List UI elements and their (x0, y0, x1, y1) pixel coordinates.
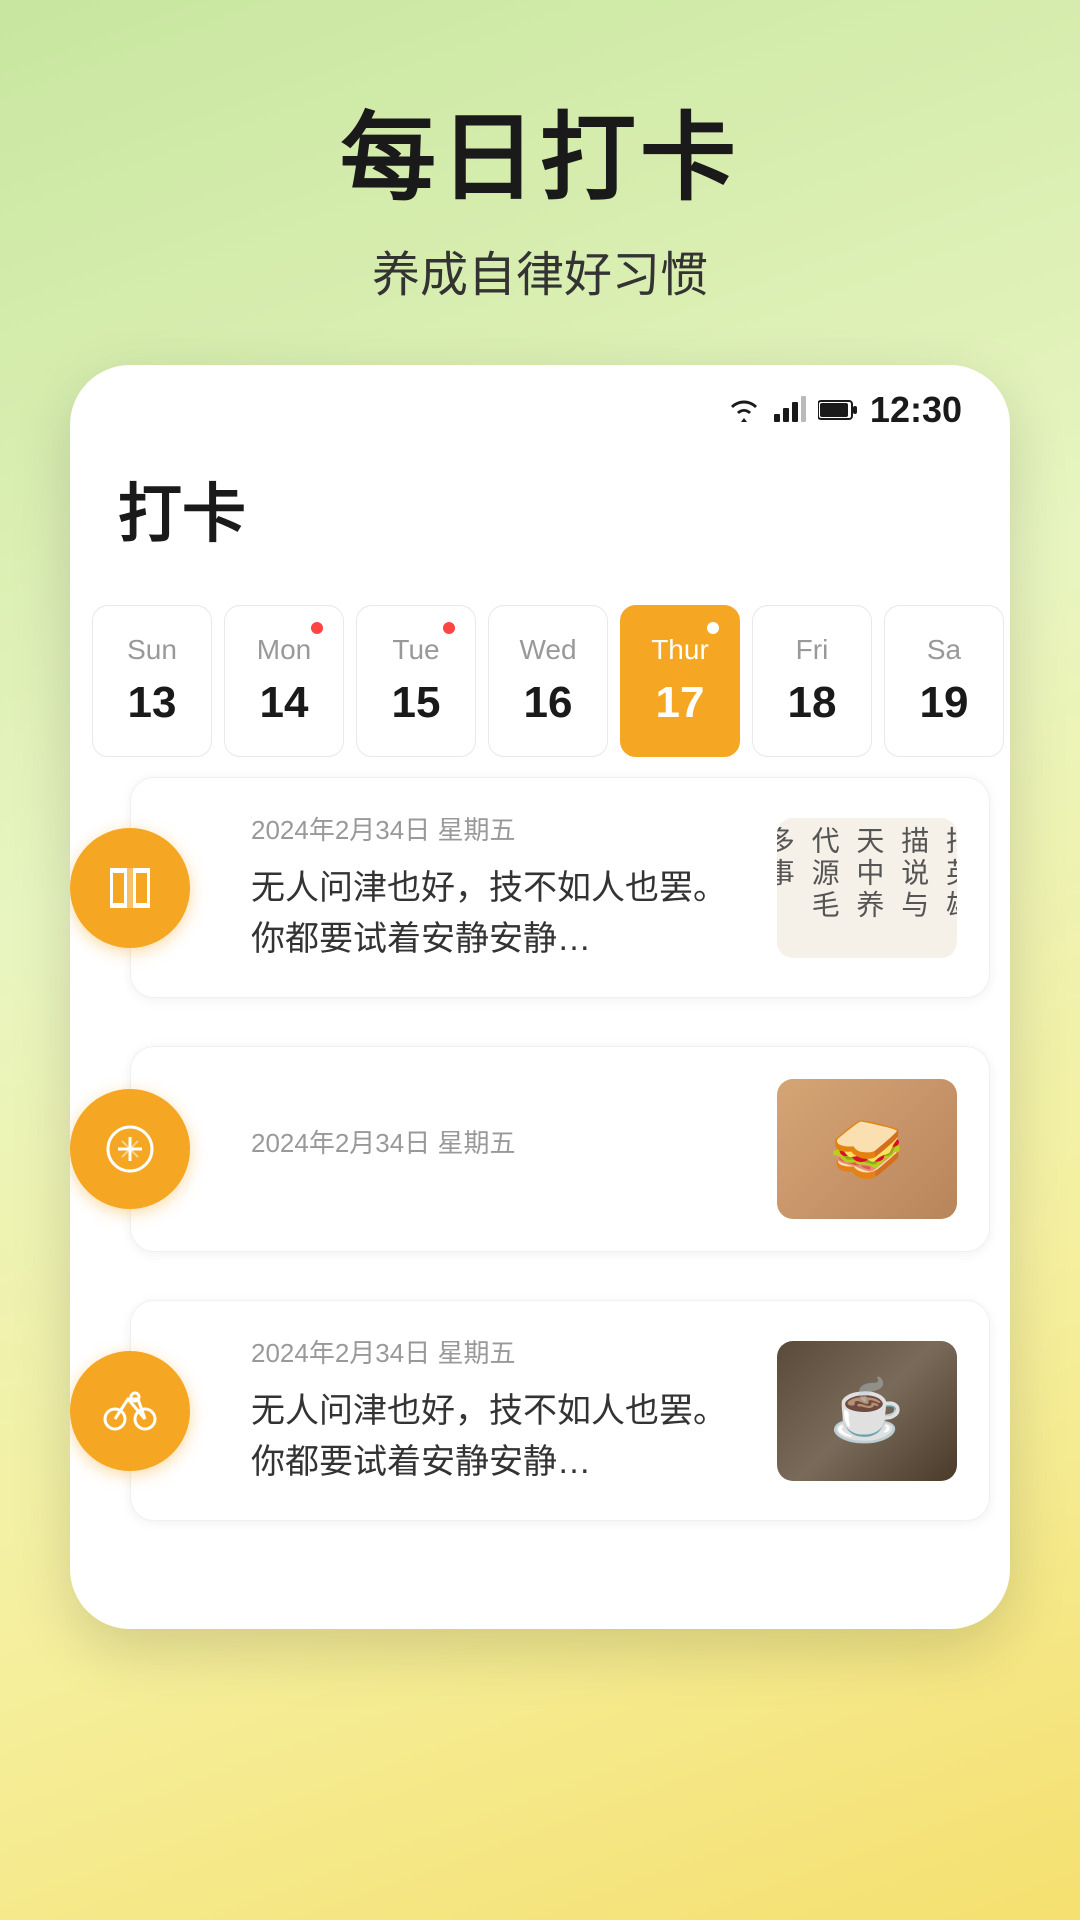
calendar-day-number: 18 (788, 678, 837, 728)
card-row-card-1[interactable]: 2024年2月34日 星期五无人问津也好，技不如人也罢。你都要试着安静安静…把英… (90, 777, 990, 998)
calendar-day-name: Thur (651, 634, 709, 666)
card-text: 无人问津也好，技不如人也罢。你都要试着安静安静… (251, 863, 757, 965)
calendar-day-name: Mon (257, 634, 311, 666)
card-icon-bike (70, 1351, 190, 1471)
card-image (777, 1079, 957, 1219)
status-time: 12:30 (870, 389, 962, 431)
card-text: 无人问津也好，技不如人也罢。你都要试着安静安静… (251, 1386, 757, 1488)
app-header-section: 每日打卡 养成自律好习惯 (340, 80, 740, 305)
card-date: 2024年2月34日 星期五 (251, 1333, 757, 1370)
sub-title: 养成自律好习惯 (340, 235, 740, 305)
calendar-dot (311, 622, 323, 634)
calendar-strip[interactable]: Sun 13 Mon 14 Tue 15 Wed 16 Thur 17 Fri 18 Sa 19 (70, 585, 1010, 777)
calendar-day-13[interactable]: Sun 13 (92, 605, 212, 757)
calendar-day-18[interactable]: Fri 18 (752, 605, 872, 757)
calendar-dot (443, 622, 455, 634)
calendar-day-15[interactable]: Tue 15 (356, 605, 476, 757)
calendar-dot (707, 622, 719, 634)
calendar-day-17[interactable]: Thur 17 (620, 605, 740, 757)
phone-frame: 12:30 打卡 Sun 13 Mon 14 Tue 15 Wed 16 Thur 17 Fri 18… (70, 365, 1010, 1629)
card-content: 2024年2月34日 星期五无人问津也好，技不如人也罢。你都要试着安静安静… (130, 1300, 990, 1521)
card-icon-book (70, 828, 190, 948)
calendar-day-14[interactable]: Mon 14 (224, 605, 344, 757)
signal-icon (774, 396, 806, 424)
cafe-image (777, 1341, 957, 1481)
wifi-icon (726, 396, 762, 424)
card-content: 2024年2月34日 星期五无人问津也好，技不如人也罢。你都要试着安静安静…把英… (130, 777, 990, 998)
card-text-area: 2024年2月34日 星期五 (251, 1123, 757, 1176)
calendar-day-16[interactable]: Wed 16 (488, 605, 608, 757)
card-image: 把英雄描说与天中养代源毛多事 (777, 818, 957, 958)
calendar-day-number: 13 (128, 678, 177, 728)
calendar-day-name: Sa (927, 634, 961, 666)
calendar-day-number: 14 (260, 678, 309, 728)
card-content: 2024年2月34日 星期五 (130, 1046, 990, 1252)
app-title: 打卡 (118, 478, 246, 550)
calendar-day-name: Tue (392, 634, 439, 666)
calendar-day-19[interactable]: Sa 19 (884, 605, 1004, 757)
calendar-day-name: Fri (796, 634, 829, 666)
calendar-day-number: 17 (656, 678, 705, 728)
battery-icon (818, 398, 858, 422)
card-image (777, 1341, 957, 1481)
card-icon-food (70, 1089, 190, 1209)
card-text-area: 2024年2月34日 星期五无人问津也好，技不如人也罢。你都要试着安静安静… (251, 1333, 757, 1488)
app-title-bar: 打卡 (70, 443, 1010, 585)
calendar-day-name: Wed (519, 634, 576, 666)
calligraphy-image: 把英雄描说与天中养代源毛多事 (777, 818, 957, 958)
card-row-card-3[interactable]: 2024年2月34日 星期五无人问津也好，技不如人也罢。你都要试着安静安静… (90, 1300, 990, 1521)
card-text-area: 2024年2月34日 星期五无人问津也好，技不如人也罢。你都要试着安静安静… (251, 810, 757, 965)
main-title: 每日打卡 (340, 80, 740, 219)
card-row-card-2[interactable]: 2024年2月34日 星期五 (90, 1046, 990, 1252)
card-date: 2024年2月34日 星期五 (251, 810, 757, 847)
cards-section: 2024年2月34日 星期五无人问津也好，技不如人也罢。你都要试着安静安静…把英… (70, 777, 1010, 1521)
calendar-day-number: 15 (392, 678, 441, 728)
status-bar: 12:30 (70, 365, 1010, 443)
calendar-day-number: 19 (920, 678, 969, 728)
food-image (777, 1079, 957, 1219)
calendar-day-name: Sun (127, 634, 177, 666)
calendar-day-number: 16 (524, 678, 573, 728)
card-date: 2024年2月34日 星期五 (251, 1123, 757, 1160)
